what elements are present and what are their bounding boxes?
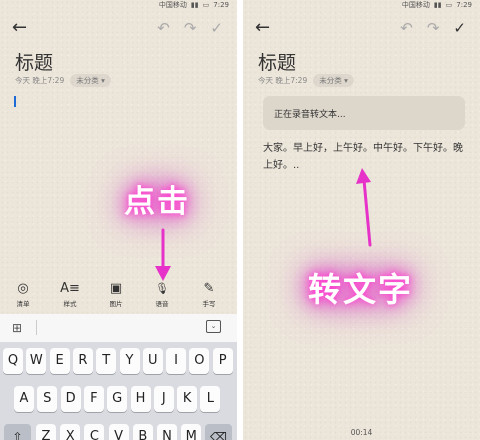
pen-icon: ✎ (203, 281, 215, 296)
text-style-icon: A≡ (60, 281, 80, 296)
annotation-to-text: 转文字 (308, 270, 413, 309)
category-dropdown[interactable]: 未分类 ▾ (70, 74, 111, 87)
tool-label: 手写 (202, 300, 216, 308)
key-x[interactable]: X (60, 424, 81, 440)
category-label: 未分类 (76, 76, 99, 85)
redo-icon[interactable]: ↷ (184, 20, 197, 36)
voice-button[interactable]: 🎙 语音 (147, 282, 177, 308)
transcribed-text[interactable]: 大家。早上好，上午好。中午好。下午好。晚上好。.. (263, 140, 470, 174)
key-m[interactable]: M (181, 424, 202, 440)
done-check-icon[interactable]: ✓ (210, 20, 223, 36)
shift-key[interactable]: ⇧ (4, 424, 31, 440)
microphone-icon: 🎙 (155, 282, 169, 295)
battery-icon: ▭ (445, 1, 453, 9)
keyboard-row-1: QWERTYUIOP (0, 348, 237, 374)
key-l[interactable]: L (200, 386, 221, 412)
tool-label: 样式 (63, 300, 77, 308)
check-circle-icon: ◎ (17, 281, 29, 296)
note-toolbar-top: ← ↶ ↷ ✓ (0, 16, 237, 44)
recording-status-box: 正在录音转文本... (263, 96, 465, 130)
handwriting-button[interactable]: ✎ 手写 (194, 281, 224, 309)
key-h[interactable]: H (130, 386, 151, 412)
note-meta: 今天 晚上7:29 未分类 ▾ (15, 74, 111, 87)
signal-icon: ▮▮ (190, 1, 199, 9)
status-time: 7:29 (456, 1, 472, 9)
back-arrow-icon[interactable]: ← (255, 18, 270, 38)
note-date: 今天 晚上7:29 (258, 76, 308, 85)
undo-icon[interactable]: ↶ (157, 20, 170, 36)
carrier-label: 中国移动 (158, 1, 187, 9)
status-time: 7:29 (213, 1, 229, 9)
carrier-label: 中国移动 (401, 1, 430, 9)
key-v[interactable]: V (108, 424, 129, 440)
key-s[interactable]: S (37, 386, 58, 412)
left-phone-screen: 中国移动 ▮▮ ▭ 7:29 ← ↶ ↷ ✓ 标题 今天 晚上7:29 未分类 … (0, 0, 237, 440)
note-date: 今天 晚上7:29 (15, 76, 65, 85)
tool-label: 图片 (109, 300, 123, 308)
text-cursor (14, 96, 16, 107)
recording-timer: 00:14 (350, 428, 373, 437)
grid-icon[interactable]: ⊞ (12, 321, 22, 335)
checklist-button[interactable]: ◎ 清单 (8, 281, 38, 309)
image-icon: ▣ (109, 281, 123, 296)
note-meta: 今天 晚上7:29 未分类 ▾ (258, 74, 354, 87)
back-arrow-icon[interactable]: ← (12, 18, 27, 38)
battery-icon: ▭ (202, 1, 210, 9)
key-g[interactable]: G (107, 386, 128, 412)
status-bar: 中国移动 ▮▮ ▭ 7:29 (159, 0, 229, 10)
key-e[interactable]: E (49, 348, 70, 374)
key-z[interactable]: Z (36, 424, 56, 440)
key-y[interactable]: Y (119, 348, 140, 374)
category-dropdown[interactable]: 未分类 ▾ (313, 74, 354, 87)
note-title[interactable]: 标题 (15, 48, 53, 75)
divider (36, 320, 37, 335)
key-r[interactable]: R (72, 348, 93, 374)
image-button[interactable]: ▣ 图片 (101, 281, 131, 309)
key-d[interactable]: D (60, 386, 81, 412)
note-title[interactable]: 标题 (258, 48, 296, 75)
key-o[interactable]: O (189, 348, 210, 374)
key-b[interactable]: B (132, 424, 153, 440)
keyboard: QWERTYUIOP ASDFGHJKL ⇧ ⌫ ZXCVBNM (0, 342, 237, 440)
hide-keyboard-icon[interactable]: ⌄ (206, 320, 221, 333)
key-u[interactable]: U (142, 348, 163, 374)
undo-icon[interactable]: ↶ (400, 20, 413, 36)
key-k[interactable]: K (177, 386, 198, 412)
key-j[interactable]: J (153, 386, 174, 412)
key-c[interactable]: C (84, 424, 105, 440)
key-i[interactable]: I (166, 348, 187, 374)
key-t[interactable]: T (96, 348, 117, 374)
keyboard-row-2: ASDFGHJKL (0, 386, 237, 412)
key-n[interactable]: N (157, 424, 177, 440)
delete-key[interactable]: ⌫ (205, 424, 232, 440)
editor-toolbar: ◎ 清单 A≡ 样式 ▣ 图片 🎙 语音 ✎ 手写 (0, 282, 237, 312)
key-q[interactable]: Q (3, 348, 23, 374)
note-toolbar-top: ← ↶ ↷ ✓ (243, 16, 480, 44)
recording-status-text: 正在录音转文本... (274, 110, 346, 120)
key-a[interactable]: A (14, 386, 34, 412)
signal-icon: ▮▮ (433, 1, 442, 9)
right-phone-screen: 中国移动 ▮▮ ▭ 7:29 ← ↶ ↷ ✓ 标题 今天 晚上7:29 未分类 … (243, 0, 480, 440)
status-bar: 中国移动 ▮▮ ▭ 7:29 (402, 0, 472, 10)
annotation-click: 点击 (124, 184, 190, 220)
keyboard-top-bar: ⊞ ⌄ (0, 314, 237, 342)
category-label: 未分类 (319, 76, 342, 85)
key-f[interactable]: F (83, 386, 104, 412)
tool-label: 清单 (16, 300, 30, 308)
keyboard-row-3: ⇧ ⌫ ZXCVBNM (0, 424, 237, 440)
key-w[interactable]: W (26, 348, 47, 374)
key-p[interactable]: P (212, 348, 233, 374)
tool-label: 语音 (155, 300, 169, 308)
style-button[interactable]: A≡ 样式 (55, 281, 85, 309)
done-check-icon[interactable]: ✓ (453, 20, 466, 36)
redo-icon[interactable]: ↷ (427, 20, 440, 36)
